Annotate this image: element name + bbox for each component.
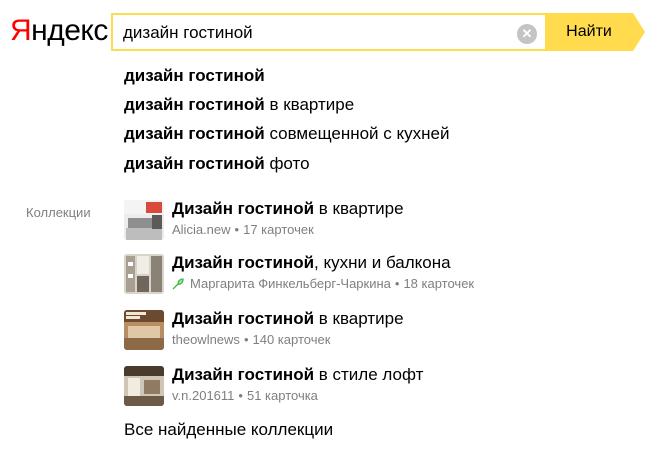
collection-meta: v.n.201611 • 51 карточка — [172, 388, 318, 403]
collection-title-rest: , кухни и балкона — [314, 253, 451, 272]
collection-title-bold: Дизайн гостиной — [172, 199, 315, 218]
suggestion-item[interactable]: дизайн гостиной в квартире — [124, 95, 354, 115]
collection-meta: Маргарита Финкельберг-Чаркина • 18 карточе… — [172, 276, 474, 293]
suggestion-rest: совмещенной с кухней — [264, 124, 450, 143]
collection-count: 51 карточка — [246, 388, 318, 403]
collection-title-bold: Дизайн гостиной — [172, 309, 315, 328]
collection-author[interactable]: Маргарита Финкельберг-Чаркина — [190, 276, 391, 291]
collection-title[interactable]: Дизайн гостиной в стиле лофт — [172, 364, 423, 386]
collection-author[interactable]: theowlnews — [172, 332, 240, 347]
collection-thumbnail — [124, 310, 164, 350]
collection-thumbnail — [124, 254, 164, 294]
separator-dot: • — [234, 222, 240, 237]
search-box: ✕ — [111, 13, 545, 51]
collection-title[interactable]: Дизайн гостиной в квартире — [172, 308, 404, 330]
suggestion-rest: в квартире — [264, 95, 355, 114]
collection-thumbnail — [124, 200, 164, 240]
search-bar: ✕ Найти — [111, 13, 645, 51]
suggestion-bold: дизайн гостиной — [124, 154, 265, 173]
search-input[interactable] — [123, 22, 508, 44]
leaf-icon — [172, 278, 184, 293]
all-collections-link[interactable]: Все найденные коллекции — [124, 420, 333, 440]
collection-count: 140 карточек — [252, 332, 331, 347]
logo-first-letter: Я — [10, 14, 32, 47]
close-icon[interactable]: ✕ — [517, 24, 537, 44]
collection-title-bold: Дизайн гостиной — [172, 365, 315, 384]
collection-title[interactable]: Дизайн гостиной, кухни и балкона — [172, 252, 451, 274]
collection-title-rest: в квартире — [314, 199, 404, 218]
logo-rest: ндекс — [31, 14, 108, 47]
separator-dot: • — [394, 276, 400, 291]
suggestion-bold: дизайн гостиной — [124, 124, 265, 143]
collection-title-bold: Дизайн гостиной — [172, 253, 315, 272]
collection-count: 18 карточек — [403, 276, 475, 291]
collection-author[interactable]: Alicia.new — [172, 222, 231, 237]
find-button[interactable]: Найти — [545, 13, 645, 51]
suggestion-item[interactable]: дизайн гостиной совмещенной с кухней — [124, 124, 449, 144]
separator-dot: • — [238, 388, 243, 403]
suggestion-bold: дизайн гостиной — [124, 66, 265, 85]
collection-count: 17 карточек — [243, 222, 314, 237]
suggestion-bold: дизайн гостиной — [124, 95, 265, 114]
collection-meta: theowlnews • 140 карточек — [172, 332, 330, 347]
collection-author[interactable]: v.n.201611 — [172, 388, 234, 403]
collection-title-rest: в квартире — [314, 309, 404, 328]
suggestion-item[interactable]: дизайн гостиной — [124, 66, 265, 86]
collection-meta: Alicia.new • 17 карточек — [172, 222, 314, 237]
collection-title[interactable]: Дизайн гостиной в квартире — [172, 198, 404, 220]
collection-thumbnail — [124, 366, 164, 406]
yandex-logo[interactable]: Яндекс — [10, 14, 108, 48]
suggestion-rest: фото — [264, 154, 310, 173]
suggestion-item[interactable]: дизайн гостиной фото — [124, 154, 310, 174]
collection-title-rest: в стиле лофт — [314, 365, 424, 384]
collections-label: Коллекции — [26, 205, 91, 220]
separator-dot: • — [243, 332, 249, 347]
